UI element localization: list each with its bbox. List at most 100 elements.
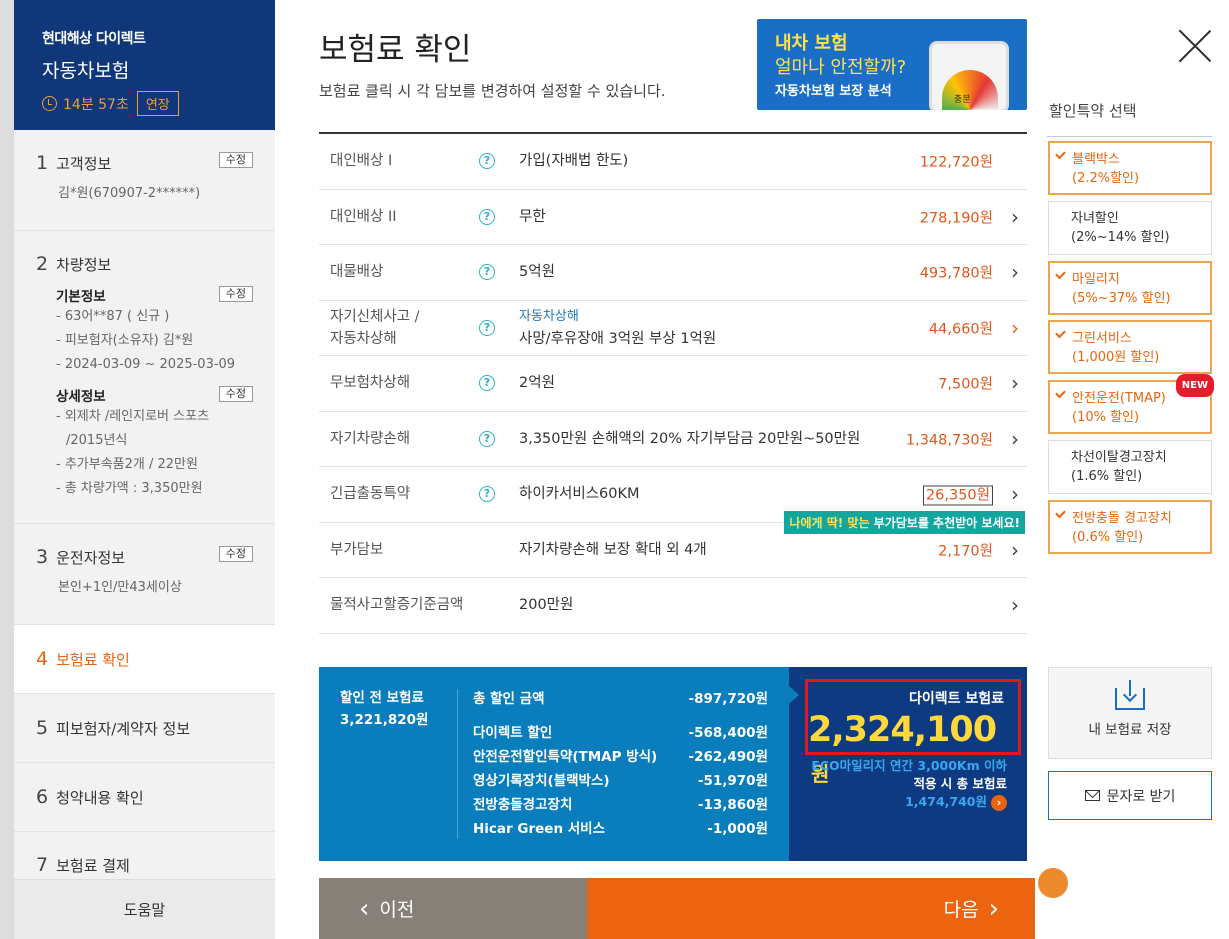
coverage-row-uninsured[interactable]: 무보험차상해 ? 2억원 7,500원 › bbox=[319, 356, 1027, 412]
chevron-right-icon[interactable]: › bbox=[1011, 427, 1019, 451]
coverage-row-property[interactable]: 대물배상 ? 5억원 493,780원 › bbox=[319, 245, 1027, 301]
chevron-right-icon[interactable]: › bbox=[1011, 593, 1019, 617]
edit-customer-button[interactable]: 수정 bbox=[218, 152, 253, 168]
coverage-price[interactable]: 44,660원 bbox=[929, 317, 993, 338]
coverage-row-surcharge-threshold[interactable]: 물적사고할증기준금액 200만원 › bbox=[319, 578, 1027, 634]
arrow-right-icon[interactable]: › bbox=[991, 795, 1007, 811]
chevron-right-icon[interactable]: › bbox=[1011, 260, 1019, 284]
scroll-top-button[interactable] bbox=[1038, 868, 1068, 898]
summary-divider bbox=[457, 689, 458, 839]
help-icon[interactable]: ? bbox=[479, 430, 495, 447]
final-premium-highlight: 다이렉트 보험료 2,324,100원 bbox=[805, 679, 1021, 786]
coverage-name: 대인배상 Ⅰ bbox=[330, 153, 393, 170]
coverage-name: 무보험차상해 bbox=[330, 375, 411, 392]
coverage-value: 2억원 bbox=[519, 375, 555, 392]
discount-option-mileage[interactable]: 마일리지 (5%~37% 할인) bbox=[1048, 261, 1212, 315]
eco-mileage-info[interactable]: ECO마일리지 연간 3,000Km 이하 적용 시 총 보험료 1,474,7… bbox=[811, 757, 1007, 811]
edit-basic-info-button[interactable]: 수정 bbox=[218, 286, 253, 302]
coverage-price[interactable]: 26,350원 bbox=[922, 484, 993, 506]
help-icon[interactable]: ? bbox=[479, 319, 495, 336]
discount-option-green-service[interactable]: 그린서비스 (1,000원 할인) bbox=[1048, 320, 1212, 374]
sidebar-step-vehicle[interactable]: 2 차량정보 기본정보 수정 - 63어**87 ( 신규 ) - 피보험자(소… bbox=[14, 231, 275, 524]
banner-line-3: 자동차보험 보장 분석 bbox=[775, 84, 892, 99]
coverage-price[interactable]: 1,348,730원 bbox=[906, 428, 993, 449]
step-number: 4 bbox=[36, 648, 49, 670]
coverage-price[interactable]: 493,780원 bbox=[920, 262, 993, 283]
company-name: 현대해상 다이렉트 bbox=[42, 31, 146, 47]
next-button[interactable]: 다음 › bbox=[587, 878, 1035, 939]
sidebar-step-review[interactable]: 6 청약내용 확인 bbox=[14, 763, 275, 832]
coverage-table: 대인배상 Ⅰ ? 가입(자배법 한도) 122,720원 대인배상 II ? 무… bbox=[319, 134, 1027, 634]
help-icon[interactable]: ? bbox=[479, 264, 495, 281]
discount-option-blackbox[interactable]: 블랙박스 (2.2%할인) bbox=[1048, 141, 1212, 195]
coverage-row-own-vehicle[interactable]: 자기차량손해 ? 3,350만원 손해액의 20% 자기부담금 20만원~50만… bbox=[319, 412, 1027, 467]
coverage-price[interactable]: 7,500원 bbox=[938, 373, 993, 394]
check-icon bbox=[1055, 507, 1066, 519]
edit-driver-button[interactable]: 수정 bbox=[218, 546, 253, 562]
detail-info-item: - 총 차량가액 : 3,350만원 bbox=[56, 481, 203, 496]
save-premium-button[interactable]: 내 보험료 저장 bbox=[1048, 667, 1212, 759]
coverage-name: 부가담보 bbox=[330, 541, 384, 558]
eco-amount: 1,474,740원 bbox=[905, 794, 987, 809]
step-label: 운전자정보 bbox=[56, 548, 126, 567]
phone-gauge-icon: 충분 bbox=[929, 41, 1009, 110]
final-premium-panel: 다이렉트 보험료 2,324,100원 ECO마일리지 연간 3,000Km 이… bbox=[789, 667, 1027, 861]
coverage-value: 3,350만원 손해액의 20% 자기부담금 20만원~50만원 bbox=[519, 430, 861, 447]
chevron-right-icon[interactable]: › bbox=[1011, 205, 1019, 229]
session-timer: 14분 57초 연장 bbox=[42, 91, 275, 116]
coverage-value: 5억원 bbox=[519, 264, 555, 281]
step-label: 보험료 확인 bbox=[56, 650, 130, 669]
discount-option-safe-driving[interactable]: NEW 안전운전(TMAP) (10% 할인) bbox=[1048, 374, 1214, 434]
banner-line-2: 얼마나 안전할까? bbox=[775, 57, 907, 78]
help-button[interactable]: 도움말 bbox=[14, 879, 275, 939]
help-icon[interactable]: ? bbox=[479, 208, 495, 225]
chevron-right-icon[interactable]: › bbox=[1011, 371, 1019, 395]
discount-panel-rule bbox=[1047, 136, 1212, 137]
edit-detail-info-button[interactable]: 수정 bbox=[218, 386, 253, 402]
pre-discount-amount: 3,221,820원 bbox=[340, 712, 429, 728]
chevron-right-icon[interactable]: › bbox=[1011, 482, 1019, 506]
sidebar-step-customer[interactable]: 1 고객정보 수정 김*원(670907-2******) bbox=[14, 130, 275, 231]
discount-option-lane-departure[interactable]: 차선이탈경고장치 (1.6% 할인) bbox=[1048, 440, 1212, 494]
chevron-right-icon[interactable]: › bbox=[1011, 538, 1019, 562]
recommend-tooltip[interactable]: 나에게 딱! 맞는 부가담보를 추천받아 보세요! bbox=[784, 510, 1025, 534]
extend-button[interactable]: 연장 bbox=[136, 91, 179, 116]
detail-info-item: - 외제차 /레인지로버 스포츠 bbox=[56, 409, 210, 424]
timer-text: 14분 57초 bbox=[63, 96, 129, 113]
basic-info-item: - 63어**87 ( 신규 ) bbox=[56, 309, 170, 324]
main-content: 보험료 확인 보험료 클릭 시 각 담보를 변경하여 설정할 수 있습니다. 내… bbox=[275, 0, 1035, 939]
step-number: 6 bbox=[36, 786, 49, 808]
discount-option-forward-collision[interactable]: 전방충돌 경고장치 (0.6% 할인) bbox=[1048, 500, 1212, 554]
step-number: 3 bbox=[36, 546, 49, 568]
coverage-price[interactable]: 278,190원 bbox=[920, 206, 993, 227]
basic-info-title: 기본정보 수정 bbox=[56, 285, 253, 305]
close-icon[interactable] bbox=[1178, 28, 1212, 62]
prev-button[interactable]: ‹ 이전 bbox=[319, 878, 587, 939]
help-icon[interactable]: ? bbox=[479, 486, 495, 503]
customer-detail: 김*원(670907-2******) bbox=[58, 186, 201, 201]
chevron-left-icon: ‹ bbox=[359, 893, 370, 924]
coverage-tag: 자동차상해 bbox=[519, 308, 579, 324]
basic-info-item: - 2024-03-09 ~ 2025-03-09 bbox=[56, 357, 236, 372]
sms-button[interactable]: 문자로 받기 bbox=[1048, 771, 1212, 820]
pre-discount-label: 할인 전 보험료 bbox=[340, 690, 424, 706]
help-icon[interactable]: ? bbox=[479, 375, 495, 392]
coverage-price[interactable]: 2,170원 bbox=[938, 539, 993, 560]
eco-line-1: ECO마일리지 연간 3,000Km 이하 bbox=[811, 758, 1007, 773]
sidebar-step-insured[interactable]: 5 피보험자/계약자 정보 bbox=[14, 694, 275, 763]
coverage-row-self-injury[interactable]: 자기신체사고 / 자동차상해 ? 자동차상해 사망/후유장애 3억원 부상 1억… bbox=[319, 301, 1027, 356]
coverage-row-bodily-2[interactable]: 대인배상 II ? 무한 278,190원 › bbox=[319, 190, 1027, 245]
discount-option-child[interactable]: 자녀할인 (2%~14% 할인) bbox=[1048, 201, 1212, 255]
sidebar-step-premium[interactable]: 4 보험료 확인 bbox=[14, 625, 275, 694]
step-number: 7 bbox=[36, 854, 49, 876]
basic-info-item: - 피보험자(소유자) 김*원 bbox=[56, 333, 194, 348]
help-icon[interactable]: ? bbox=[479, 153, 495, 170]
step-label: 차량정보 bbox=[56, 255, 112, 274]
chevron-right-icon[interactable]: › bbox=[1011, 316, 1019, 340]
sidebar-step-driver[interactable]: 3 운전자정보 수정 본인+1인/만43세이상 bbox=[14, 524, 275, 625]
final-premium-label: 다이렉트 보험료 bbox=[908, 691, 1004, 707]
coverage-analysis-banner[interactable]: 내차 보험 얼마나 안전할까? 자동차보험 보장 분석 충분 bbox=[757, 19, 1027, 110]
driver-detail: 본인+1인/만43세이상 bbox=[58, 580, 182, 595]
coverage-row-additional[interactable]: 나에게 딱! 맞는 부가담보를 추천받아 보세요! 부가담보 자기차량손해 보장… bbox=[319, 510, 1027, 578]
new-badge: NEW bbox=[1175, 374, 1214, 397]
